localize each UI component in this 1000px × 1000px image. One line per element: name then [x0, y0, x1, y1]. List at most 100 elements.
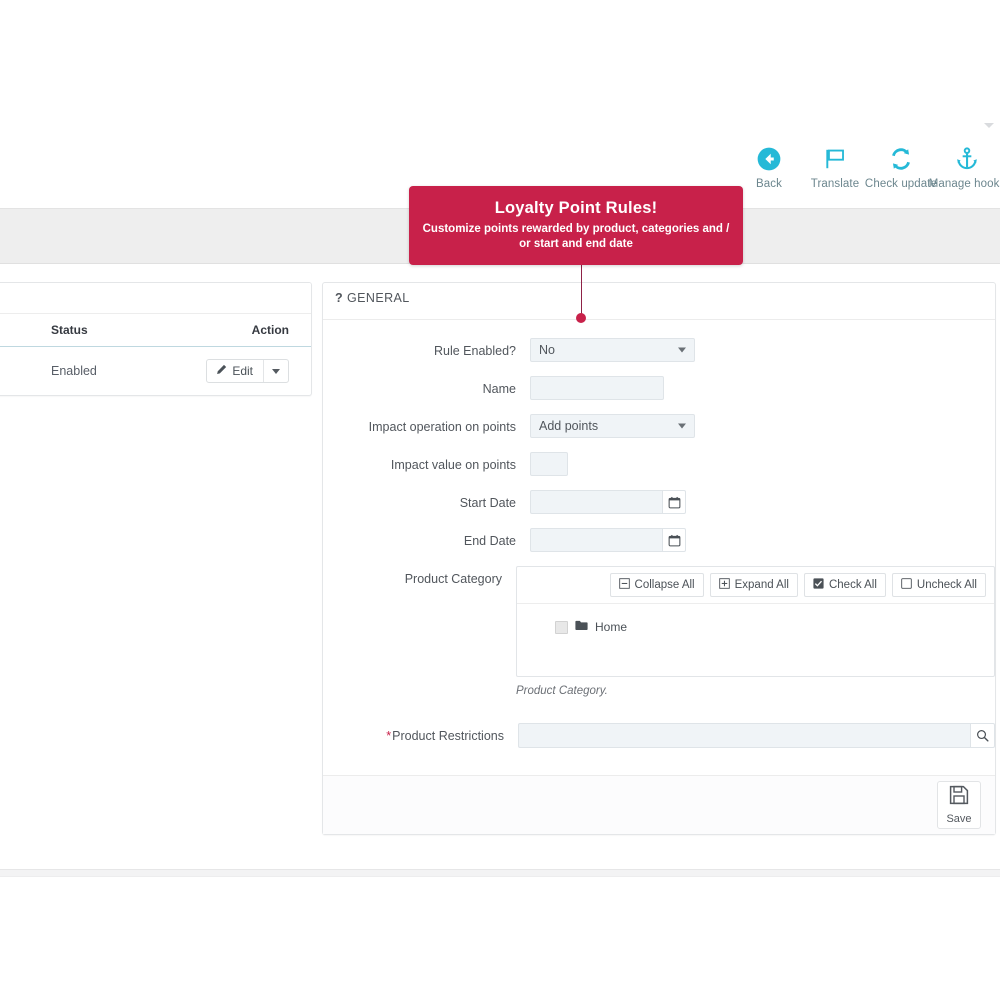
end-date-group [530, 528, 686, 552]
field-rule-enabled: No [530, 338, 995, 362]
empty-box-icon [901, 578, 912, 592]
form-row-product-category: Product Category Collapse All Expand All… [323, 566, 995, 697]
form-row-start-date: Start Date [323, 490, 995, 514]
page-footer-divider [0, 869, 1000, 877]
collapse-all-button[interactable]: Collapse All [609, 573, 704, 597]
label-start-date: Start Date [459, 496, 516, 510]
expand-all-button[interactable]: Expand All [709, 573, 798, 597]
checked-box-icon [813, 578, 824, 592]
toolbar-label-translate: Translate [810, 178, 860, 190]
collapse-all-label: Collapse All [634, 579, 695, 591]
form-row-name: Name [323, 376, 995, 400]
rule-enabled-value: No [539, 343, 555, 357]
form-row-impact-value: Impact value on points [323, 452, 995, 476]
form-row-rule-enabled: Rule Enabled? No [323, 338, 995, 362]
chevron-down-icon[interactable] [984, 123, 994, 128]
form-row-end-date: End Date [323, 528, 995, 552]
name-input[interactable] [530, 376, 664, 400]
callout-pointer-dot [576, 313, 586, 323]
category-tree-box: Collapse All Expand All Check All Unchec… [516, 566, 995, 677]
folder-icon [575, 618, 588, 636]
toolbar-label-check-update: Check update [864, 178, 938, 190]
toolbar-button-translate[interactable]: Translate [802, 146, 868, 190]
label-product-category: Product Category [404, 572, 502, 586]
form-row-impact-operation: Impact operation on points Add points [323, 414, 995, 438]
product-restrictions-group [518, 723, 995, 748]
product-category-hint: Product Category. [516, 685, 608, 697]
help-question-icon: ? [335, 291, 344, 305]
search-icon[interactable] [970, 723, 995, 748]
chevron-down-icon [272, 368, 280, 374]
product-restrictions-input[interactable] [518, 723, 970, 748]
general-panel-footer: Save [323, 775, 995, 834]
toolbar-button-back[interactable]: Back [736, 146, 802, 190]
label-product-restrictions: *Product Restrictions [323, 723, 518, 744]
impact-value-input[interactable] [530, 452, 568, 476]
impact-operation-select[interactable]: Add points [530, 414, 695, 438]
callout-pointer-line [581, 264, 582, 318]
check-all-label: Check All [828, 579, 877, 591]
refresh-icon [888, 146, 914, 172]
end-date-input[interactable] [530, 528, 662, 552]
rule-enabled-select[interactable]: No [530, 338, 695, 362]
calendar-icon[interactable] [662, 490, 686, 514]
callout-subtitle: Customize points rewarded by product, ca… [422, 223, 730, 250]
chevron-down-icon [678, 423, 686, 429]
table-row[interactable]: Enabled Edit [0, 346, 311, 395]
promo-callout: Loyalty Point Rules! Customize points re… [409, 186, 743, 265]
category-tree-body: Home [517, 604, 994, 676]
check-all-button[interactable]: Check All [803, 573, 886, 597]
rules-list-card-header [0, 283, 311, 314]
toolbar-button-manage-hooks[interactable]: Manage hooks [929, 146, 1000, 190]
general-panel: ? GENERAL Rule Enabled? No Name Impact o… [322, 282, 996, 835]
edit-button-label: Edit [232, 364, 253, 378]
flag-icon [822, 146, 848, 172]
required-marker: * [386, 729, 392, 743]
field-product-category: Collapse All Expand All Check All Unchec… [516, 566, 995, 697]
field-name [530, 376, 995, 400]
general-panel-title: GENERAL [347, 291, 410, 305]
edit-dropdown-toggle[interactable] [264, 360, 288, 382]
rules-list-card: Status Action Enabled Edit [0, 282, 312, 396]
toolbar-label-manage-hooks: Manage hooks [928, 178, 1000, 190]
toolbar-label-back: Back [756, 178, 782, 190]
floppy-save-icon [949, 785, 969, 810]
label-impact-operation: Impact operation on points [368, 420, 516, 434]
table-header-row: Status Action [0, 314, 311, 347]
label-rule-enabled: Rule Enabled? [433, 344, 516, 358]
label-name: Name [482, 382, 516, 396]
plus-box-icon [718, 578, 730, 592]
category-tree-toolbar: Collapse All Expand All Check All Unchec… [517, 567, 994, 604]
column-header-action: Action [206, 314, 311, 347]
back-circle-icon [756, 146, 782, 172]
minus-box-icon [618, 578, 630, 592]
field-impact-operation: Add points [530, 414, 995, 438]
field-end-date [530, 528, 995, 552]
tree-node-checkbox[interactable] [555, 620, 568, 634]
expand-all-label: Expand All [734, 579, 789, 591]
label-end-date: End Date [463, 534, 516, 548]
page-root: Back Translate Check update Manage hooks… [0, 0, 1000, 1000]
field-start-date [530, 490, 995, 514]
uncheck-all-button[interactable]: Uncheck All [891, 573, 986, 597]
edit-button[interactable]: Edit [207, 360, 264, 382]
column-header-status: Status [0, 314, 207, 347]
impact-operation-value: Add points [539, 419, 599, 433]
start-date-input[interactable] [530, 490, 662, 514]
rules-table: Status Action Enabled Edit [0, 314, 311, 395]
toolbar-button-check-update[interactable]: Check update [864, 146, 938, 190]
label-product-restrictions-text: Product Restrictions [392, 729, 504, 743]
start-date-group [530, 490, 686, 514]
edit-button-group: Edit [206, 359, 289, 383]
general-panel-body: Rule Enabled? No Name Impact operation o… [323, 320, 995, 748]
tree-node-label: Home [595, 620, 628, 634]
form-row-product-restrictions: *Product Restrictions [323, 723, 995, 748]
save-button[interactable]: Save [937, 781, 981, 829]
tree-node-home[interactable]: Home [555, 618, 994, 636]
save-button-label: Save [946, 813, 972, 825]
label-impact-value: Impact value on points [390, 458, 516, 472]
cell-status: Enabled [0, 346, 207, 395]
cell-action: Edit [206, 346, 311, 395]
calendar-icon[interactable] [662, 528, 686, 552]
uncheck-all-label: Uncheck All [916, 579, 977, 591]
